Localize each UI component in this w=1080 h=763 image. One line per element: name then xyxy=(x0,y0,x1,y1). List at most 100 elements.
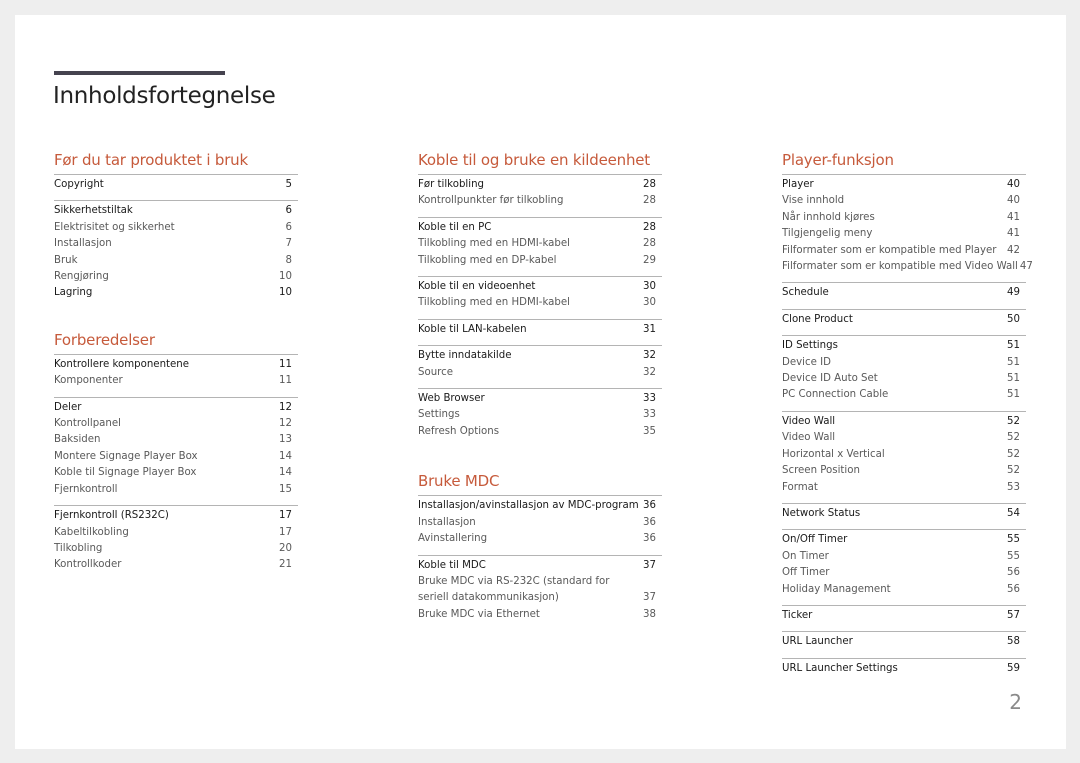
toc-subentry[interactable]: Rengjøring 10 xyxy=(54,269,298,285)
toc-subentry[interactable]: Kontrollpanel 12 xyxy=(54,416,298,432)
toc-section-entry[interactable]: Koble til MDC 37 xyxy=(418,558,662,574)
toc-section-entry[interactable]: Installasjon/avinstallasjon av MDC-progr… xyxy=(418,498,662,514)
toc-section-entry[interactable]: Kontrollere komponentene 11 xyxy=(54,357,298,373)
entry-page-number: 57 xyxy=(1007,609,1020,621)
toc-subentry[interactable]: Source 32 xyxy=(418,365,662,381)
toc-subentry[interactable]: Bruk 8 xyxy=(54,253,298,269)
toc-subentry[interactable]: Komponenter 11 xyxy=(54,373,298,389)
toc-subentry[interactable]: Tilkobling med en HDMI-kabel 30 xyxy=(418,295,662,311)
entry-page-number: 28 xyxy=(643,221,656,233)
toc-section-entry[interactable]: Koble til LAN-kabelen 31 xyxy=(418,322,662,338)
toc-section-entry[interactable]: Bytte inndatakilde 32 xyxy=(418,348,662,364)
toc-subentry[interactable]: Når innhold kjøres 41 xyxy=(782,210,1026,226)
toc-subentry[interactable]: Elektrisitet og sikkerhet 6 xyxy=(54,220,298,236)
toc-section-entry[interactable]: Copyright 5 xyxy=(54,177,298,193)
toc-subentry[interactable]: Off Timer 56 xyxy=(782,565,1026,581)
toc-subentry[interactable]: Refresh Options 35 xyxy=(418,424,662,440)
entry-page-number: 53 xyxy=(1007,481,1020,493)
entry-page-number: 40 xyxy=(1007,179,1020,190)
chapter-title[interactable]: Forberedelser xyxy=(54,330,298,354)
entry-page-number: 40 xyxy=(1007,195,1020,207)
entry-page-number: 14 xyxy=(279,467,292,479)
entry-page-number: 31 xyxy=(643,323,656,335)
toc-group: Schedule 49 xyxy=(782,282,1026,308)
toc-section-entry[interactable]: Web Browser 33 xyxy=(418,391,662,407)
toc-section-entry[interactable]: Ticker 57 xyxy=(782,608,1026,624)
toc-section-entry[interactable]: Lagring 10 xyxy=(54,285,298,301)
entry-label: Når innhold kjøres xyxy=(782,211,875,223)
toc-subentry[interactable]: Montere Signage Player Box 14 xyxy=(54,449,298,465)
toc-section-entry[interactable]: URL Launcher 58 xyxy=(782,634,1026,650)
toc-subentry[interactable]: Device ID 51 xyxy=(782,355,1026,371)
toc-group: Ticker 57 xyxy=(782,604,1026,631)
entry-page-number: 41 xyxy=(1007,228,1020,240)
toc-subentry[interactable]: Bruke MDC via RS-232C (standard for seri… xyxy=(418,574,662,607)
toc-section-entry[interactable]: Sikkerhetstiltak 6 xyxy=(54,203,298,219)
toc-subentry[interactable]: Filformater som er kompatible med Video … xyxy=(782,259,1033,275)
toc-subentry[interactable]: Device ID Auto Set 51 xyxy=(782,371,1026,387)
toc-section-entry[interactable]: Schedule 49 xyxy=(782,285,1026,301)
toc-section-entry[interactable]: Før tilkobling 28 xyxy=(418,177,662,193)
entry-page-number: 36 xyxy=(643,533,656,545)
toc-subentry[interactable]: Format 53 xyxy=(782,480,1026,496)
entry-label: Ticker xyxy=(782,609,813,621)
entry-label: Holiday Management xyxy=(782,583,891,595)
toc-subentry[interactable]: Video Wall 52 xyxy=(782,430,1026,446)
chapter-title[interactable]: Player-funksjon xyxy=(782,150,1026,174)
toc-section-entry[interactable]: Clone Product 50 xyxy=(782,312,1026,328)
toc-subentry[interactable]: Installasjon 36 xyxy=(418,515,662,531)
entry-page-number: 49 xyxy=(1007,287,1020,299)
toc-column-2: Koble til og bruke en kildeenhet Før tilk… xyxy=(418,150,662,630)
toc-subentry[interactable]: PC Connection Cable 51 xyxy=(782,387,1026,403)
chapter-title[interactable]: Koble til og bruke en kildeenhet xyxy=(418,150,662,174)
entry-page-number: 20 xyxy=(279,542,292,554)
toc-section-entry[interactable]: Network Status 54 xyxy=(782,506,1026,522)
toc-subentry[interactable]: Settings 33 xyxy=(418,407,662,423)
chapter-title[interactable]: Før du tar produktet i bruk xyxy=(54,150,298,174)
entry-label: Horizontal x Vertical xyxy=(782,448,885,460)
toc-subentry[interactable]: Tilkobling med en HDMI-kabel 28 xyxy=(418,236,662,252)
toc-subentry[interactable]: Baksiden 13 xyxy=(54,432,298,448)
toc-subentry[interactable]: Tilkobling 20 xyxy=(54,541,298,557)
toc-subentry[interactable]: Filformater som er kompatible med Player… xyxy=(782,243,1026,259)
toc-section-entry[interactable]: Koble til en videoenhet 30 xyxy=(418,279,662,295)
toc-subentry[interactable]: Bruke MDC via Ethernet 38 xyxy=(418,607,662,623)
toc-subentry[interactable]: Screen Position 52 xyxy=(782,463,1026,479)
entry-page-number: 17 xyxy=(279,510,292,522)
entry-label: Sikkerhetstiltak xyxy=(54,205,133,217)
toc-section-entry[interactable]: On/Off Timer 55 xyxy=(782,532,1026,548)
toc-subentry[interactable]: Vise innhold 40 xyxy=(782,193,1026,209)
toc-subentry[interactable]: Kabeltilkobling 17 xyxy=(54,525,298,541)
toc-chapter: Bruke MDC Installasjon/avinstallasjon av … xyxy=(418,471,662,630)
entry-page-number: 51 xyxy=(1007,340,1020,352)
entry-page-number: 51 xyxy=(1007,373,1020,385)
toc-section-entry[interactable]: Deler 12 xyxy=(54,400,298,416)
toc-subentry[interactable]: Horizontal x Vertical 52 xyxy=(782,447,1026,463)
toc-subentry[interactable]: Tilgjengelig meny 41 xyxy=(782,226,1026,242)
entry-label: Installasjon/avinstallasjon av MDC-progr… xyxy=(418,500,639,512)
entry-label: Player xyxy=(782,179,814,190)
entry-page-number: 28 xyxy=(643,238,656,250)
toc-subentry[interactable]: Fjernkontroll 15 xyxy=(54,482,298,498)
toc-subentry[interactable]: Avinstallering 36 xyxy=(418,531,662,547)
toc-subentry[interactable]: Holiday Management 56 xyxy=(782,582,1026,598)
toc-section-entry[interactable]: Fjernkontroll (RS232C) 17 xyxy=(54,508,298,524)
chapter-title[interactable]: Bruke MDC xyxy=(418,471,662,495)
toc-subentry[interactable]: Kontrollkoder 21 xyxy=(54,557,298,573)
toc-subentry[interactable]: Koble til Signage Player Box 14 xyxy=(54,465,298,481)
toc-group: URL Launcher 58 xyxy=(782,631,1026,657)
toc-section-entry[interactable]: Koble til en PC 28 xyxy=(418,220,662,236)
toc-subentry[interactable]: Kontrollpunkter før tilkobling 28 xyxy=(418,193,662,209)
toc-section-entry[interactable]: Video Wall 52 xyxy=(782,414,1026,430)
entry-label: Kontrollkoder xyxy=(54,559,122,571)
entry-page-number: 52 xyxy=(1007,432,1020,444)
toc-section-entry[interactable]: ID Settings 51 xyxy=(782,338,1026,354)
toc-section-entry[interactable]: Player 40 xyxy=(782,177,1026,193)
entry-page-number: 47 xyxy=(1019,261,1033,273)
toc-section-entry[interactable]: URL Launcher Settings 59 xyxy=(782,661,1026,677)
entry-page-number: 30 xyxy=(643,281,656,293)
toc-subentry[interactable]: Installasjon 7 xyxy=(54,236,298,252)
toc-subentry[interactable]: On Timer 55 xyxy=(782,549,1026,565)
toc-chapter: Koble til og bruke en kildeenhet Før tilk… xyxy=(418,150,662,447)
toc-subentry[interactable]: Tilkobling med en DP-kabel 29 xyxy=(418,253,662,269)
